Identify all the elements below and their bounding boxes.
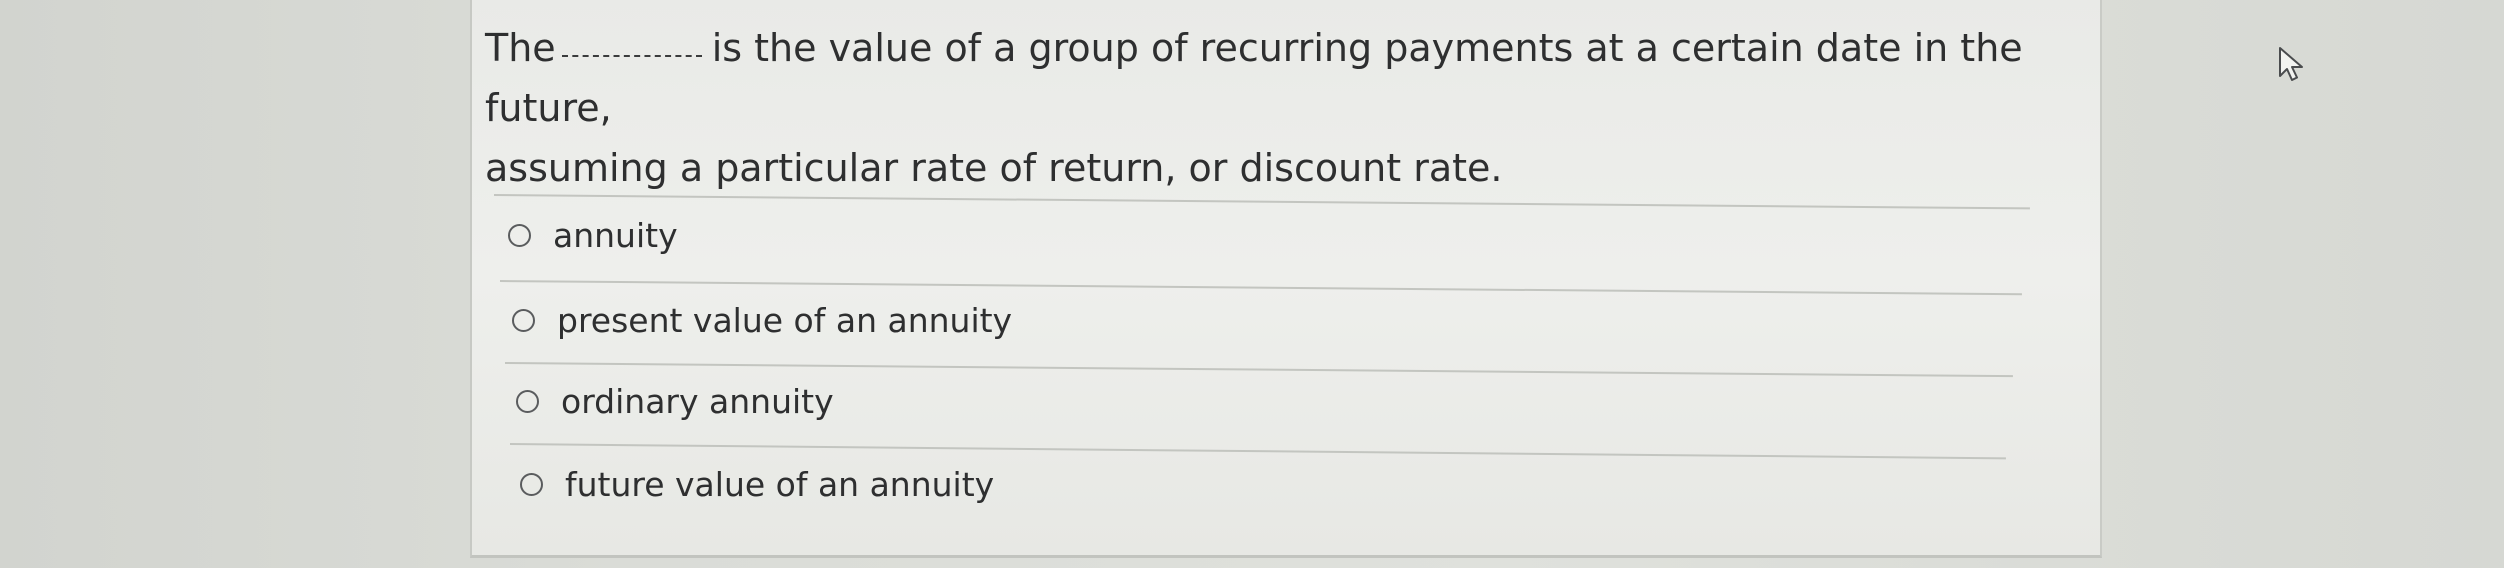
- question-text-line2: assuming a particular rate of return, or…: [485, 146, 1503, 190]
- question-text-rest: is the value of a group of recurring pay…: [485, 26, 2023, 130]
- radio-button-icon[interactable]: [508, 224, 531, 247]
- option-label: future value of an annuity: [565, 465, 995, 504]
- option-future-value-of-an-annuity[interactable]: future value of an annuity: [520, 465, 994, 504]
- radio-button-icon[interactable]: [520, 473, 543, 496]
- option-present-value-of-an-annuity[interactable]: present value of an annuity: [512, 301, 1012, 340]
- mouse-pointer-icon: [2279, 47, 2303, 81]
- question-text: The is the value of a group of recurring …: [485, 18, 2065, 198]
- option-ordinary-annuity[interactable]: ordinary annuity: [516, 382, 834, 421]
- question-text-start: The: [485, 26, 556, 70]
- option-label: present value of an annuity: [557, 301, 1013, 340]
- fill-in-blank: [561, 47, 702, 57]
- radio-button-icon[interactable]: [516, 390, 539, 413]
- option-label: ordinary annuity: [561, 382, 834, 421]
- option-label: annuity: [553, 216, 678, 255]
- radio-button-icon[interactable]: [512, 309, 535, 332]
- option-annuity[interactable]: annuity: [508, 216, 678, 255]
